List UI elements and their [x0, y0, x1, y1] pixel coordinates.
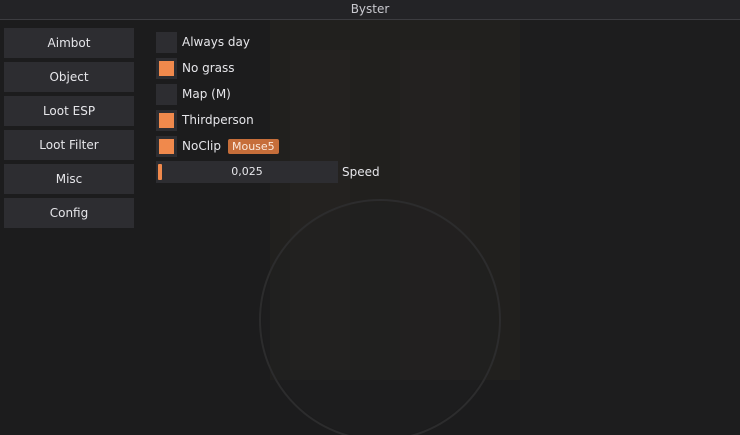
thirdperson-checkbox[interactable] — [156, 109, 177, 131]
cheat-menu-window: Byster Aimbot Object Loot ESP Loot Filte… — [0, 0, 740, 435]
sidebar-item-config[interactable]: Config — [4, 198, 134, 228]
noclip-keybind-button[interactable]: Mouse5 — [227, 138, 279, 154]
sidebar-item-loot-filter[interactable]: Loot Filter — [4, 130, 134, 160]
window-title: Byster — [0, 0, 740, 20]
no-grass-checkbox[interactable] — [156, 57, 177, 79]
always-day-checkbox[interactable] — [156, 31, 177, 53]
sidebar-nav: Aimbot Object Loot ESP Loot Filter Misc … — [4, 28, 134, 232]
noclip-label: NoClip — [182, 139, 221, 153]
sidebar-item-aimbot[interactable]: Aimbot — [4, 28, 134, 58]
no-grass-label: No grass — [182, 61, 235, 75]
option-always-day: Always day — [156, 31, 279, 53]
map-checkbox[interactable] — [156, 83, 177, 105]
speed-label: Speed — [342, 165, 380, 179]
speed-value: 0,025 — [231, 165, 263, 178]
option-noclip: NoClip Mouse5 — [156, 135, 279, 157]
sidebar-item-loot-esp[interactable]: Loot ESP — [4, 96, 134, 126]
map-label: Map (M) — [182, 87, 231, 101]
speed-slider[interactable]: 0,025 — [156, 161, 338, 183]
speed-row: 0,025 Speed — [156, 161, 380, 183]
thirdperson-label: Thirdperson — [182, 113, 254, 127]
sidebar-item-misc[interactable]: Misc — [4, 164, 134, 194]
sidebar-item-object[interactable]: Object — [4, 62, 134, 92]
option-map: Map (M) — [156, 83, 279, 105]
option-thirdperson: Thirdperson — [156, 109, 279, 131]
options-panel: Always day No grass Map (M) Thirdperson … — [156, 31, 279, 161]
option-no-grass: No grass — [156, 57, 279, 79]
always-day-label: Always day — [182, 35, 250, 49]
noclip-checkbox[interactable] — [156, 135, 177, 157]
